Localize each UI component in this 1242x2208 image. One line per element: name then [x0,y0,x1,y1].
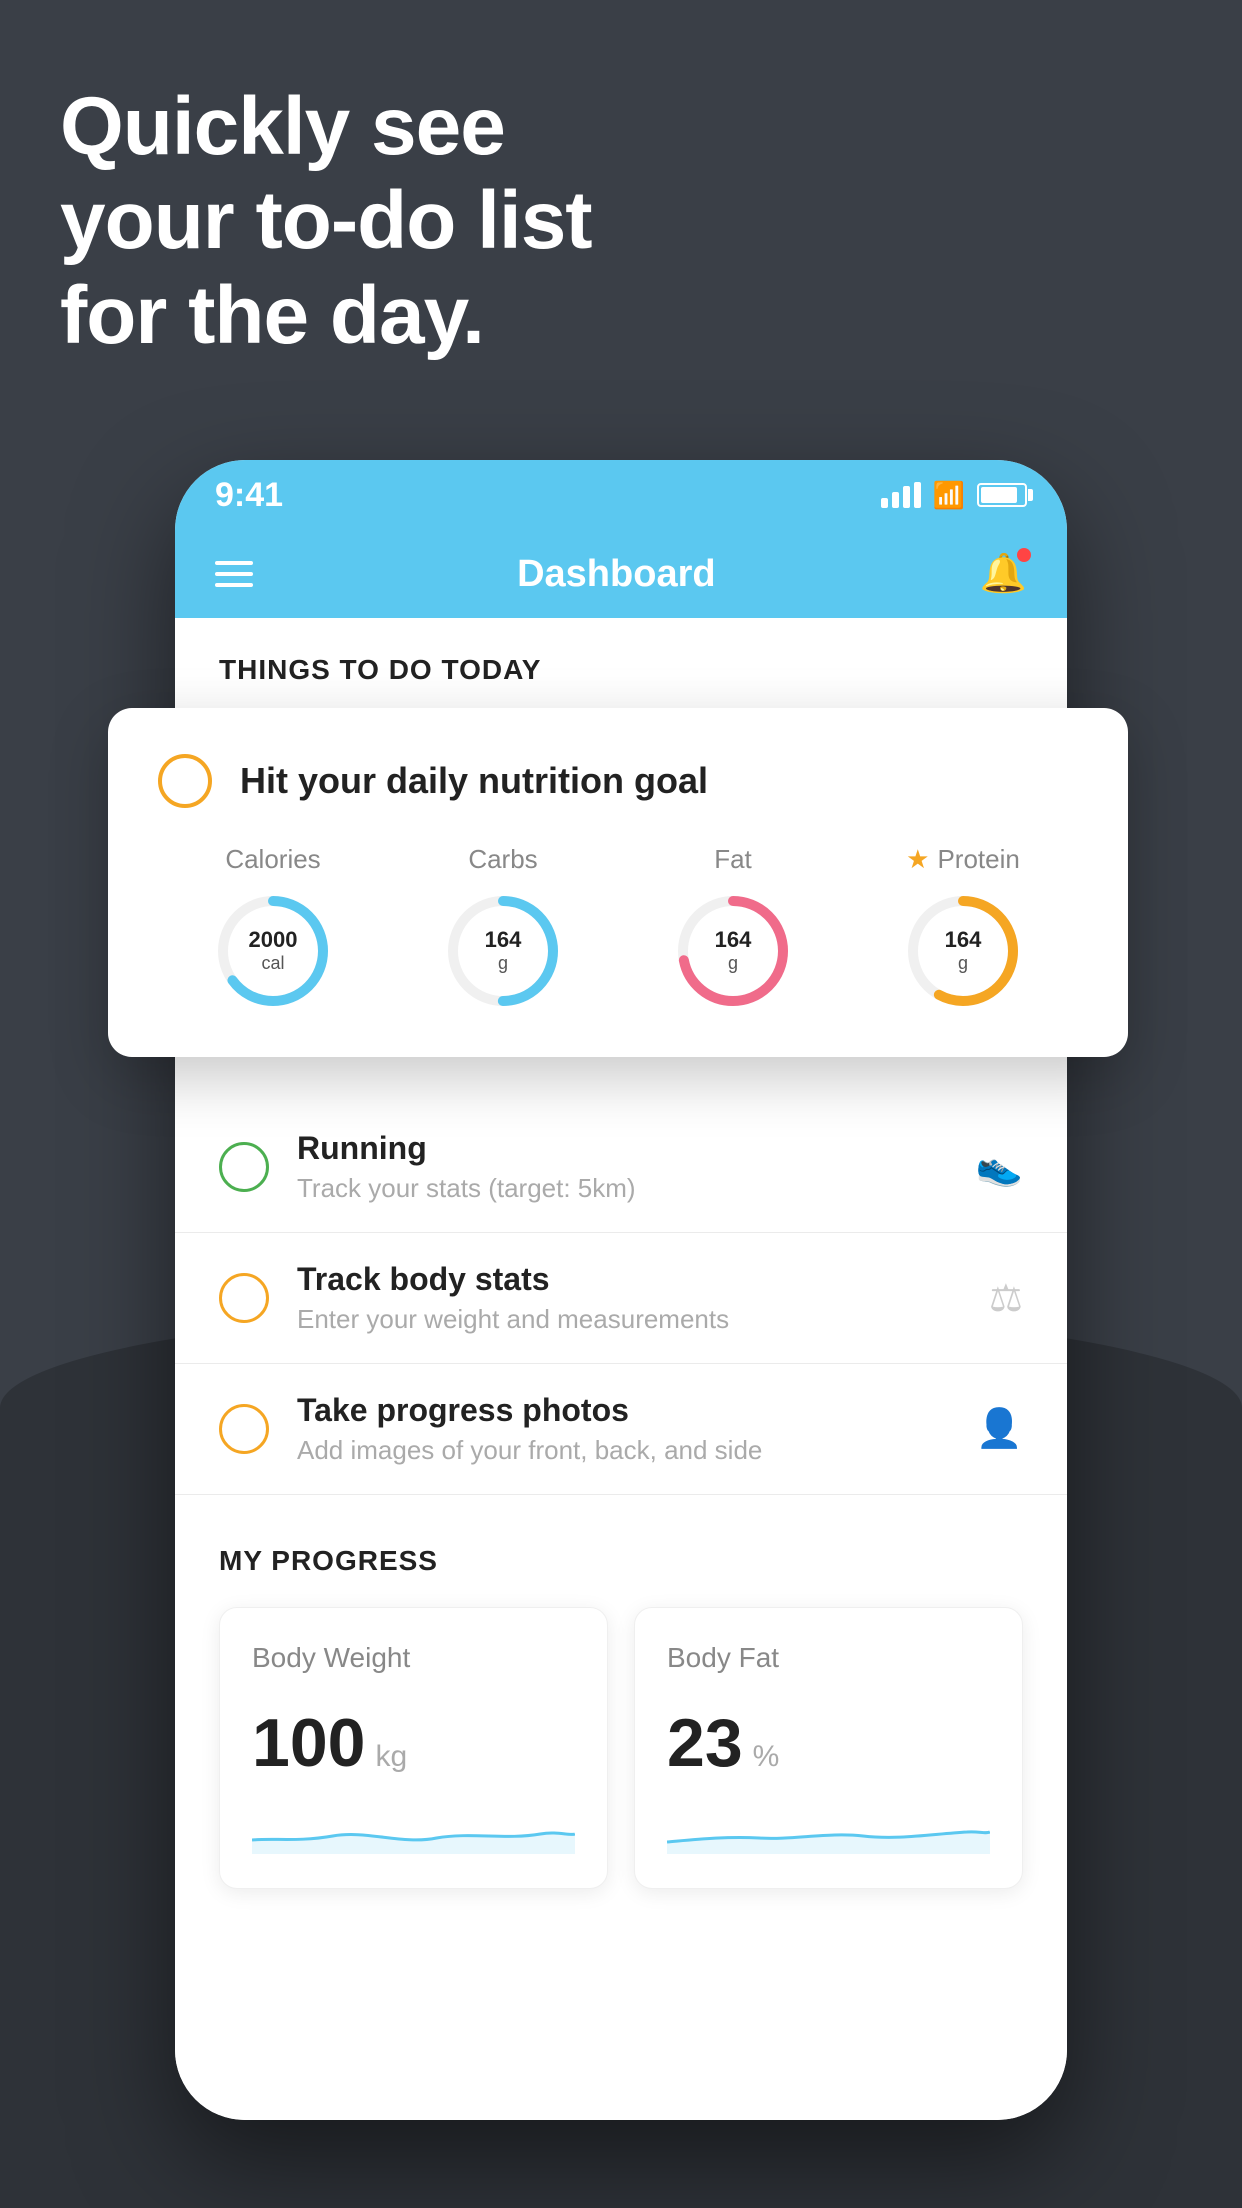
todo-text-photos: Take progress photos Add images of your … [297,1392,948,1466]
notification-dot [1017,548,1031,562]
body-fat-unit: % [753,1740,780,1774]
donut-value-fat: 164 [715,927,752,953]
todo-item-bodystats[interactable]: Track body stats Enter your weight and m… [175,1233,1067,1364]
todo-list: Running Track your stats (target: 5km) 👟… [175,1102,1067,1495]
nutrition-card-header: Hit your daily nutrition goal [158,754,1078,808]
todo-circle-bodystats [219,1273,269,1323]
todo-item-running[interactable]: Running Track your stats (target: 5km) 👟 [175,1102,1067,1233]
body-weight-value: 100 kg [252,1704,575,1782]
signal-icon [881,482,921,508]
body-fat-chart [667,1810,990,1854]
body-fat-card[interactable]: Body Fat 23 % [634,1607,1023,1889]
body-weight-chart [252,1810,575,1854]
wifi-icon: 📶 [933,480,965,511]
battery-icon [977,483,1027,507]
progress-section-title: MY PROGRESS [219,1545,1023,1577]
macro-carbs: Carbs 164 g [443,844,563,1011]
todo-sub-bodystats: Enter your weight and measurements [297,1304,961,1335]
todo-text-running: Running Track your stats (target: 5km) [297,1130,948,1204]
macro-label-calories: Calories [225,844,320,875]
donut-value-protein: 164 [945,927,982,953]
todo-text-bodystats: Track body stats Enter your weight and m… [297,1261,961,1335]
todo-sub-running: Track your stats (target: 5km) [297,1173,948,1204]
notification-bell[interactable]: 🔔 [980,552,1027,596]
star-icon: ★ [906,844,929,875]
scale-icon: ⚖ [989,1276,1023,1321]
todo-circle-running [219,1142,269,1192]
nutrition-card: Hit your daily nutrition goal Calories 2… [108,708,1128,1057]
donut-carbs: 164 g [443,891,563,1011]
macro-protein: ★ Protein 164 g [903,844,1023,1011]
donut-unit-calories: cal [249,953,298,975]
donut-protein: 164 g [903,891,1023,1011]
todo-circle-photos [219,1404,269,1454]
body-weight-card[interactable]: Body Weight 100 kg [219,1607,608,1889]
headline: Quickly see your to-do list for the day. [60,80,592,363]
progress-section: MY PROGRESS Body Weight 100 kg [175,1495,1067,1919]
donut-fat: 164 g [673,891,793,1011]
running-icon: 👟 [976,1145,1023,1189]
donut-unit-carbs: g [485,953,522,975]
todo-item-photos[interactable]: Take progress photos Add images of your … [175,1364,1067,1495]
body-weight-unit: kg [375,1740,407,1774]
donut-calories: 2000 cal [213,891,333,1011]
nav-title: Dashboard [517,553,715,596]
macro-calories: Calories 2000 cal [213,844,333,1011]
hamburger-menu[interactable] [215,561,253,587]
todo-sub-photos: Add images of your front, back, and side [297,1435,948,1466]
macro-fat: Fat 164 g [673,844,793,1011]
todo-title-photos: Take progress photos [297,1392,948,1429]
nav-bar: Dashboard 🔔 [175,530,1067,618]
body-fat-label: Body Fat [667,1642,990,1674]
body-fat-value: 23 % [667,1704,990,1782]
macro-label-protein: ★ Protein [906,844,1020,875]
body-weight-num: 100 [252,1704,365,1782]
donut-value-calories: 2000 [249,927,298,953]
status-time: 9:41 [215,476,283,515]
donut-value-carbs: 164 [485,927,522,953]
section-header-todo: THINGS TO DO TODAY [175,618,1067,702]
nutrition-card-title: Hit your daily nutrition goal [240,760,708,802]
photo-icon: 👤 [976,1407,1023,1451]
status-bar: 9:41 📶 [175,460,1067,530]
nutrition-circle-check [158,754,212,808]
donut-unit-protein: g [945,953,982,975]
macro-label-fat: Fat [714,844,752,875]
status-icons: 📶 [881,480,1027,511]
progress-cards: Body Weight 100 kg Body Fat [219,1607,1023,1889]
body-fat-num: 23 [667,1704,743,1782]
todo-title-bodystats: Track body stats [297,1261,961,1298]
body-weight-label: Body Weight [252,1642,575,1674]
macro-label-carbs: Carbs [468,844,537,875]
todo-title-running: Running [297,1130,948,1167]
donut-unit-fat: g [715,953,752,975]
nutrition-macros: Calories 2000 cal Carbs [158,844,1078,1011]
